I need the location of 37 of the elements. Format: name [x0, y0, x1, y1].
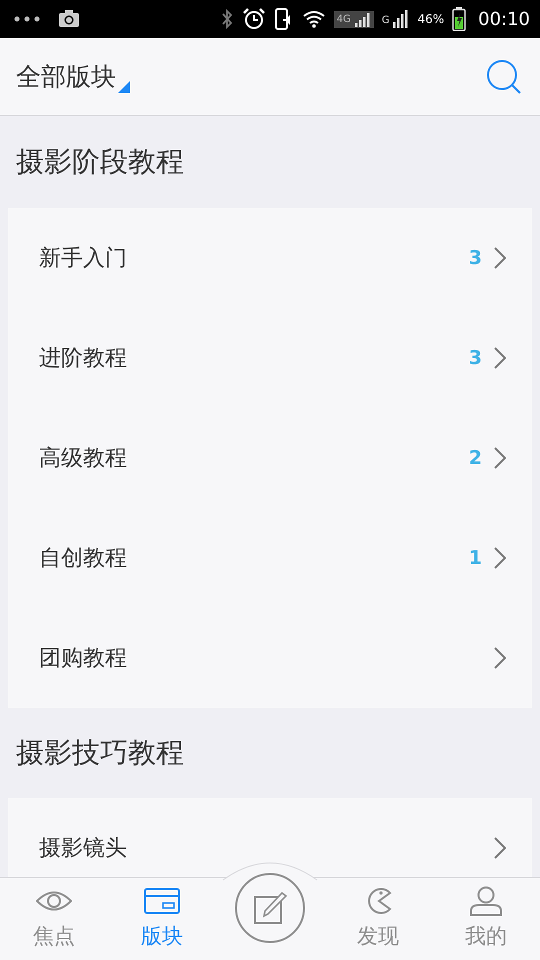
chevron-right-icon — [494, 347, 506, 369]
count-label: 2 — [468, 446, 482, 471]
list-item[interactable]: 新手入门 3 — [8, 208, 532, 308]
search-icon[interactable] — [486, 58, 522, 94]
list-item[interactable]: 团购教程 — [8, 608, 532, 708]
count-label: 3 — [468, 246, 482, 271]
clock-time: 00:10 — [478, 8, 530, 32]
chevron-right-icon — [494, 247, 506, 269]
camera-icon — [56, 8, 82, 30]
more-icon — [14, 16, 40, 22]
signal-bars-icon — [354, 12, 371, 26]
person-icon — [470, 886, 502, 916]
list-item[interactable]: 自创教程 1 — [8, 508, 532, 608]
battery-charging-icon — [452, 7, 466, 31]
network-label: 4G — [336, 12, 351, 26]
dropdown-corner-icon — [118, 81, 130, 94]
list-item[interactable]: 高级教程 2 — [8, 408, 532, 508]
chevron-right-icon — [494, 547, 506, 569]
chevron-right-icon — [494, 447, 506, 469]
card-icon — [144, 888, 180, 914]
battery-percent: 46% — [417, 11, 444, 28]
count-label: 1 — [468, 546, 482, 571]
bluetooth-icon — [220, 8, 234, 30]
section-title: 摄影阶段教程 — [16, 144, 184, 180]
eye-icon — [36, 890, 72, 912]
chevron-right-icon — [494, 837, 506, 859]
network-label: G — [382, 14, 390, 28]
signal-bars-icon — [393, 10, 410, 28]
board-dropdown[interactable]: 全部版块 — [16, 58, 130, 96]
section-title: 摄影技巧教程 — [16, 735, 184, 771]
wifi-icon — [302, 9, 326, 29]
list-item[interactable]: 进阶教程 3 — [8, 308, 532, 408]
count-label: 3 — [468, 346, 482, 371]
alarm-clock-icon — [242, 7, 266, 31]
chevron-right-icon — [494, 647, 506, 669]
list-item[interactable]: 摄影镜头 — [8, 798, 532, 877]
pencil-square-icon — [252, 890, 288, 926]
